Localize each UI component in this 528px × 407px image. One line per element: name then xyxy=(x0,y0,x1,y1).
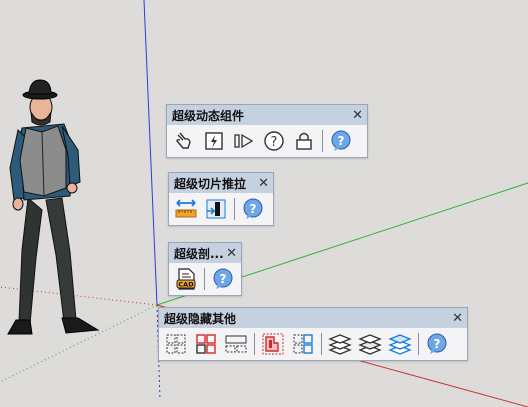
toolbar-header[interactable]: 超级隐藏其他 ✕ xyxy=(159,308,467,328)
svg-text:CAD: CAD xyxy=(178,281,194,289)
close-icon[interactable]: ✕ xyxy=(226,247,237,260)
toolbar-slice-pushpull: 超级切片推拉 ✕ ? xyxy=(168,172,274,226)
cad-file-icon[interactable]: CAD xyxy=(172,266,200,292)
help-bubble-icon[interactable]: ? xyxy=(423,331,451,357)
help-circle-icon[interactable]: ? xyxy=(260,128,288,154)
close-icon[interactable]: ✕ xyxy=(258,177,269,190)
svg-text:?: ? xyxy=(271,135,278,150)
toolbar-header[interactable]: 超级剖... ✕ xyxy=(169,243,241,263)
hand-interact-icon[interactable] xyxy=(170,128,198,154)
layers-icon[interactable] xyxy=(326,331,354,357)
help-bubble-icon[interactable]: ? xyxy=(327,128,355,154)
person-figure xyxy=(7,79,100,335)
close-icon[interactable]: ✕ xyxy=(452,312,463,325)
hide-grid-icon[interactable] xyxy=(289,331,317,357)
push-pull-slice-icon[interactable] xyxy=(202,196,230,222)
toolbar-dynamic-components: 超级动态组件 ✕ ? ? xyxy=(166,104,368,158)
grid-split-icon[interactable] xyxy=(222,331,250,357)
toolbar-section: 超级剖... ✕ CAD ? xyxy=(168,242,242,296)
separator xyxy=(204,268,205,290)
grid-dashed-icon[interactable] xyxy=(162,331,190,357)
toolbar-title: 超级剖... xyxy=(174,246,224,261)
separator xyxy=(321,333,322,355)
close-icon[interactable]: ✕ xyxy=(352,109,363,122)
toolbar-header[interactable]: 超级动态组件 ✕ xyxy=(167,105,367,125)
flash-panel-icon[interactable] xyxy=(200,128,228,154)
hide-red-icon[interactable] xyxy=(259,331,287,357)
separator xyxy=(418,333,419,355)
toolbar-hide-others: 超级隐藏其他 ✕ ? xyxy=(158,307,468,361)
toolbar-header[interactable]: 超级切片推拉 ✕ xyxy=(169,173,273,193)
separator xyxy=(322,130,323,152)
toolbar-title: 超级动态组件 xyxy=(172,108,245,123)
toolbar-title: 超级切片推拉 xyxy=(174,176,247,191)
svg-text:?: ? xyxy=(434,337,441,351)
separator xyxy=(234,198,235,220)
layers-blue-icon[interactable] xyxy=(386,331,414,357)
help-bubble-icon[interactable]: ? xyxy=(209,266,237,292)
grid-red-icon[interactable] xyxy=(192,331,220,357)
layers-icon[interactable] xyxy=(356,331,384,357)
blue-axis xyxy=(143,0,158,306)
lock-icon[interactable] xyxy=(290,128,318,154)
help-bubble-icon[interactable]: ? xyxy=(239,196,267,222)
svg-text:?: ? xyxy=(250,202,257,216)
toolbar-title: 超级隐藏其他 xyxy=(164,311,237,326)
svg-text:?: ? xyxy=(338,134,345,148)
svg-text:?: ? xyxy=(220,272,227,286)
ruler-arrows-icon[interactable] xyxy=(172,196,200,222)
separator xyxy=(254,333,255,355)
play-forward-icon[interactable] xyxy=(230,128,258,154)
